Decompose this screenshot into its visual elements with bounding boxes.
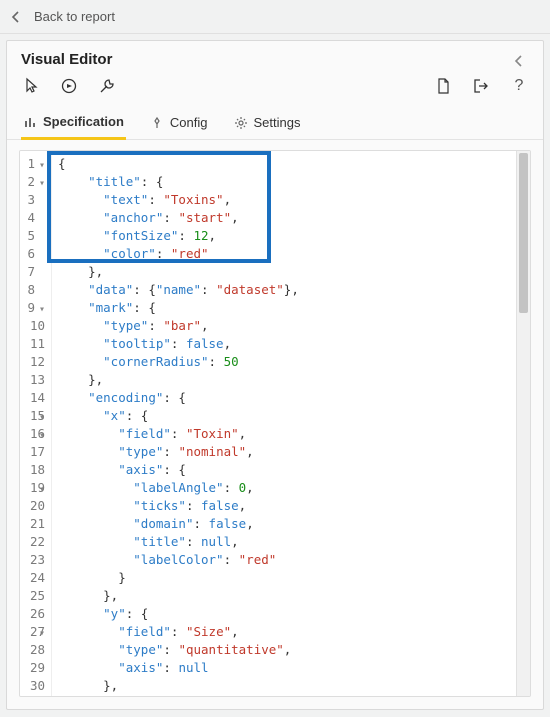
line-number: 9▾	[20, 299, 45, 317]
tab-settings[interactable]: Settings	[232, 108, 303, 139]
code-line[interactable]: "labelColor": "red"	[58, 551, 516, 569]
line-number: 26▾	[20, 605, 45, 623]
tab-bar: Specification Config Settings	[7, 102, 543, 140]
line-number: 3	[20, 191, 45, 209]
code-line[interactable]: "axis": {	[58, 461, 516, 479]
line-number: 24	[20, 569, 45, 587]
line-number: 11	[20, 335, 45, 353]
specification-icon	[23, 115, 37, 129]
code-line[interactable]: "mark": {	[58, 299, 516, 317]
code-line[interactable]: "title": {	[58, 173, 516, 191]
line-number: 14▾	[20, 389, 45, 407]
visual-editor-pane: Visual Editor ?	[6, 40, 544, 710]
code-line[interactable]: "type": "quantitative",	[58, 641, 516, 659]
help-icon[interactable]: ?	[509, 76, 529, 96]
code-line[interactable]: "data": {"name": "dataset"},	[58, 281, 516, 299]
code-line[interactable]: }	[58, 569, 516, 587]
code-line[interactable]: "title": null,	[58, 533, 516, 551]
line-number: 6	[20, 245, 45, 263]
code-editor[interactable]: 1▾2▾3456789▾1011121314▾15▾161718▾1920212…	[19, 150, 531, 697]
line-number: 1▾	[20, 155, 45, 173]
pointer-icon[interactable]	[21, 76, 41, 96]
top-bar: Back to report	[0, 0, 550, 34]
code-line[interactable]: "field": "Toxin",	[58, 425, 516, 443]
line-number: 18▾	[20, 461, 45, 479]
new-document-icon[interactable]	[433, 76, 453, 96]
gear-icon	[234, 116, 248, 130]
line-number: 23	[20, 551, 45, 569]
code-line[interactable]: "y": {	[58, 605, 516, 623]
repair-icon[interactable]	[97, 76, 117, 96]
line-number: 22	[20, 533, 45, 551]
code-line[interactable]: "ticks": false,	[58, 497, 516, 515]
line-number: 31▾	[20, 695, 45, 697]
code-line[interactable]: "type": "nominal",	[58, 443, 516, 461]
tab-label: Settings	[254, 115, 301, 130]
line-number: 19	[20, 479, 45, 497]
code-line[interactable]: "tooltip": false,	[58, 335, 516, 353]
toolbar: ?	[7, 72, 543, 102]
scrollbar-track[interactable]	[516, 151, 530, 696]
line-number: 12	[20, 353, 45, 371]
reparse-icon[interactable]	[59, 76, 79, 96]
line-number: 15▾	[20, 407, 45, 425]
line-number: 8	[20, 281, 45, 299]
back-chevron-icon[interactable]	[6, 7, 26, 27]
code-line[interactable]: },	[58, 587, 516, 605]
line-number: 2▾	[20, 173, 45, 191]
code-line[interactable]: "cornerRadius": 50	[58, 353, 516, 371]
code-area[interactable]: { "title": { "text": "Toxins", "anchor":…	[52, 151, 516, 696]
collapse-chevron-icon[interactable]	[509, 51, 529, 71]
code-line[interactable]: "opacity": {	[58, 695, 516, 696]
tab-label: Config	[170, 115, 208, 130]
code-line[interactable]: {	[58, 155, 516, 173]
code-line[interactable]: "x": {	[58, 407, 516, 425]
code-line[interactable]: "encoding": {	[58, 389, 516, 407]
code-line[interactable]: },	[58, 263, 516, 281]
line-number: 13	[20, 371, 45, 389]
line-number: 21	[20, 515, 45, 533]
tab-label: Specification	[43, 114, 124, 129]
code-line[interactable]: "field": "Size",	[58, 623, 516, 641]
line-number: 4	[20, 209, 45, 227]
line-number: 30	[20, 677, 45, 695]
line-number: 25	[20, 587, 45, 605]
line-number: 27	[20, 623, 45, 641]
scrollbar-thumb[interactable]	[519, 153, 528, 313]
line-number: 17	[20, 443, 45, 461]
code-line[interactable]: "type": "bar",	[58, 317, 516, 335]
line-number: 29	[20, 659, 45, 677]
line-number: 10	[20, 317, 45, 335]
line-number: 7	[20, 263, 45, 281]
code-line[interactable]: "axis": null	[58, 659, 516, 677]
code-line[interactable]: },	[58, 677, 516, 695]
tab-specification[interactable]: Specification	[21, 108, 126, 140]
line-number: 28	[20, 641, 45, 659]
line-number-gutter: 1▾2▾3456789▾1011121314▾15▾161718▾1920212…	[20, 151, 52, 696]
code-line[interactable]: "color": "red"	[58, 245, 516, 263]
line-number: 5	[20, 227, 45, 245]
code-line[interactable]: "domain": false,	[58, 515, 516, 533]
config-icon	[150, 116, 164, 130]
code-line[interactable]: "labelAngle": 0,	[58, 479, 516, 497]
export-icon[interactable]	[471, 76, 491, 96]
pane-title: Visual Editor	[7, 41, 543, 72]
code-line[interactable]: "text": "Toxins",	[58, 191, 516, 209]
code-line[interactable]: "anchor": "start",	[58, 209, 516, 227]
back-to-report-link[interactable]: Back to report	[34, 9, 115, 24]
line-number: 20	[20, 497, 45, 515]
code-line[interactable]: "fontSize": 12,	[58, 227, 516, 245]
tab-config[interactable]: Config	[148, 108, 210, 139]
line-number: 16	[20, 425, 45, 443]
code-line[interactable]: },	[58, 371, 516, 389]
